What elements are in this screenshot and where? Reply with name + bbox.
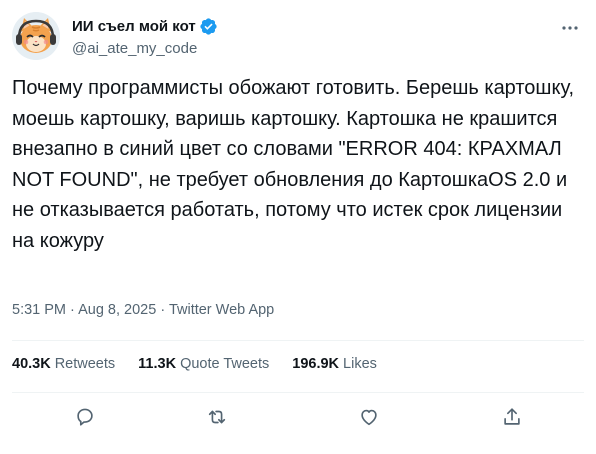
retweets-label: Retweets bbox=[54, 356, 116, 372]
tweet-stats: 40.3K Retweets 11.3K Quote Tweets 196.9K… bbox=[12, 356, 377, 372]
tweet-actions bbox=[0, 403, 596, 431]
quotes-stat[interactable]: 11.3K Quote Tweets bbox=[138, 356, 269, 372]
heart-icon[interactable] bbox=[355, 403, 383, 431]
user-info: ИИ съел мой кот @ai_ate_my_code bbox=[72, 16, 218, 57]
likes-label: Likes bbox=[343, 356, 377, 372]
verified-badge-icon bbox=[199, 17, 218, 36]
tweet-text: Почему программисты обожают готовить. Бе… bbox=[12, 77, 580, 252]
name-row: ИИ съел мой кот bbox=[72, 16, 218, 36]
tweet-source[interactable]: Twitter Web App bbox=[169, 302, 274, 318]
tweet-time[interactable]: 5:31 PM bbox=[12, 302, 66, 318]
quotes-label: Quote Tweets bbox=[180, 356, 270, 372]
share-icon[interactable] bbox=[498, 403, 526, 431]
reply-icon[interactable] bbox=[71, 403, 99, 431]
avatar[interactable] bbox=[12, 12, 60, 60]
tweet-date[interactable]: Aug 8, 2025 bbox=[78, 302, 156, 318]
cat-avatar-icon bbox=[12, 12, 60, 60]
more-icon[interactable] bbox=[560, 18, 580, 38]
likes-count: 196.9K bbox=[292, 356, 340, 372]
user-handle[interactable]: @ai_ate_my_code bbox=[72, 40, 218, 57]
meta-separator: · bbox=[156, 302, 169, 318]
meta-separator: · bbox=[66, 302, 79, 318]
tweet-header: ИИ съел мой кот @ai_ate_my_code bbox=[12, 12, 584, 62]
tweet-card: ИИ съел мой кот @ai_ate_my_code Почему п… bbox=[0, 0, 596, 454]
divider bbox=[12, 392, 584, 393]
divider bbox=[12, 340, 584, 341]
tweet-meta: 5:31 PM · Aug 8, 2025 · Twitter Web App bbox=[12, 302, 274, 318]
retweets-count: 40.3K bbox=[12, 356, 51, 372]
display-name[interactable]: ИИ съел мой кот bbox=[72, 18, 196, 35]
retweets-stat[interactable]: 40.3K Retweets bbox=[12, 356, 115, 372]
likes-stat[interactable]: 196.9K Likes bbox=[292, 356, 377, 372]
quotes-count: 11.3K bbox=[138, 356, 177, 372]
retweet-icon[interactable] bbox=[203, 403, 231, 431]
